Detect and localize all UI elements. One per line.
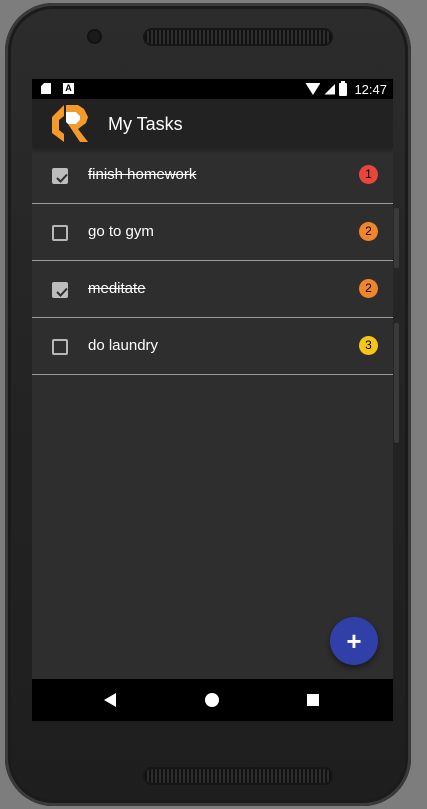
status-time: 12:47 <box>354 81 387 97</box>
sd-card-icon <box>41 83 51 94</box>
priority-badge: 3 <box>359 336 378 355</box>
task-row[interactable]: do laundry 3 <box>32 319 393 375</box>
app-logo-icon <box>52 105 88 142</box>
status-bar: A 12:47 <box>32 79 393 99</box>
front-camera <box>89 31 100 42</box>
add-task-button[interactable]: + <box>330 617 378 665</box>
priority-badge: 1 <box>359 165 378 184</box>
status-icons: 12:47 <box>305 80 387 97</box>
task-checkbox[interactable] <box>52 339 68 355</box>
task-label: finish homework <box>88 166 197 183</box>
task-label: meditate <box>88 280 146 297</box>
battery-charging-icon <box>339 80 348 96</box>
app-bar: My Tasks <box>32 99 393 148</box>
wifi-icon <box>305 83 321 95</box>
task-checkbox[interactable] <box>52 225 68 241</box>
page-title: My Tasks <box>108 114 183 134</box>
screen: A 12:47 My Tasks finish homework 1 go to… <box>32 79 393 721</box>
task-checkbox[interactable] <box>52 168 68 184</box>
volume-button[interactable] <box>394 323 399 443</box>
a-notification-icon: A <box>63 83 74 94</box>
checkmark-icon <box>56 287 68 297</box>
task-row[interactable]: go to gym 2 <box>32 205 393 261</box>
task-row[interactable]: finish homework 1 <box>32 148 393 204</box>
task-checkbox[interactable] <box>52 282 68 298</box>
task-list: finish homework 1 go to gym 2 meditate 2… <box>32 148 393 376</box>
back-icon[interactable] <box>104 693 116 707</box>
checkmark-icon <box>56 173 68 183</box>
priority-badge: 2 <box>359 279 378 298</box>
task-row[interactable]: meditate 2 <box>32 262 393 318</box>
bottom-speaker-grille <box>145 769 331 783</box>
task-label: go to gym <box>88 223 154 240</box>
recents-icon[interactable] <box>307 694 319 706</box>
nav-bar <box>32 679 393 721</box>
home-icon[interactable] <box>205 693 219 707</box>
top-speaker-grille <box>145 30 331 44</box>
task-label: do laundry <box>88 337 159 354</box>
signal-icon <box>324 83 336 95</box>
priority-badge: 2 <box>359 222 378 241</box>
power-button[interactable] <box>394 208 399 268</box>
